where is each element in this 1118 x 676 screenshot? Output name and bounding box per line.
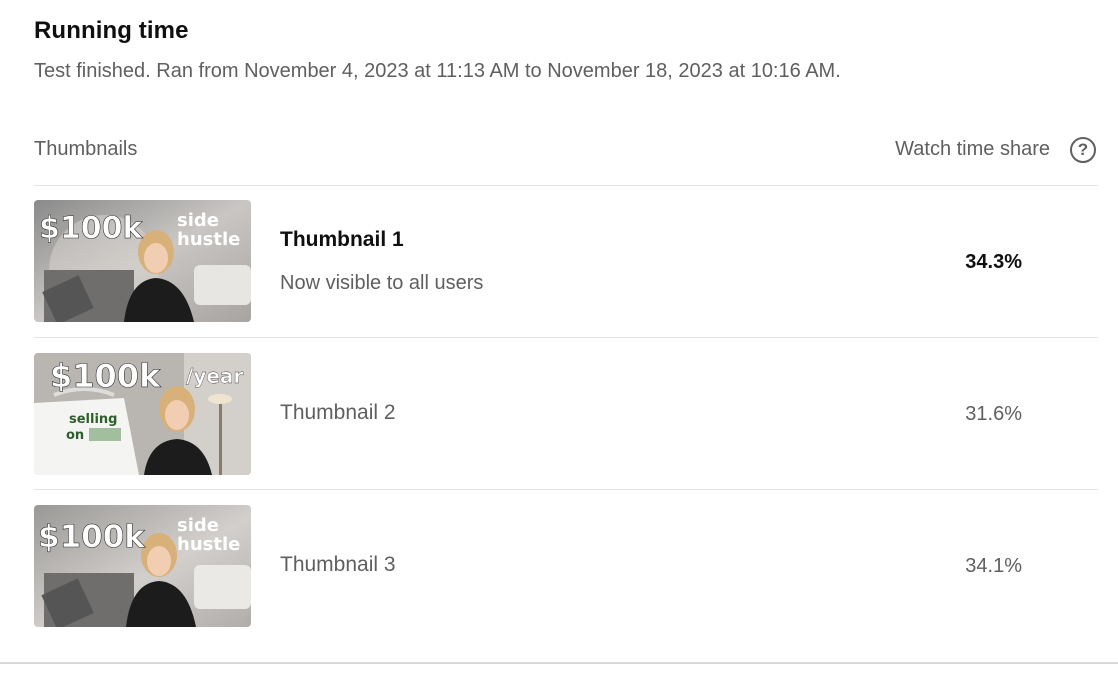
help-icon[interactable]: ?	[1070, 137, 1096, 163]
thumbnail-1-small-text-1: side	[177, 210, 219, 231]
thumbnail-2-big-text: $100k	[50, 357, 161, 395]
thumbnail-3-label: Thumbnail 3	[280, 553, 396, 576]
divider	[34, 489, 1098, 490]
thumbnail-1-label: Thumbnail 1	[280, 228, 404, 251]
column-header-watch-time-share: Watch time share	[895, 138, 1050, 160]
thumbnail-2-label: Thumbnail 2	[280, 401, 396, 424]
thumbnail-image-2[interactable]: $100k /year selling on	[34, 353, 251, 475]
thumbnail-1-small-text-2: hustle	[177, 229, 240, 250]
thumbnail-1-big-text: $100k	[39, 211, 143, 246]
thumbnail-row-2: $100k /year selling on Thumbnail 2 31.6%	[34, 353, 1098, 475]
thumbnail-1-share: 34.3%	[965, 251, 1022, 273]
thumbnail-1-status: Now visible to all users	[280, 272, 484, 294]
section-title: Running time	[34, 17, 189, 44]
thumbnail-row-3: $100k side hustle Thumbnail 3 34.1%	[34, 505, 1098, 627]
table-header: Thumbnails Watch time share ?	[34, 137, 1098, 166]
column-header-thumbnails: Thumbnails	[34, 138, 138, 160]
bottom-divider	[0, 662, 1118, 664]
thumbnail-3-share: 34.1%	[965, 555, 1022, 577]
thumbnail-2-shirt-text-2: on	[66, 428, 84, 443]
blurred-brand	[89, 428, 121, 441]
thumbnail-image-3[interactable]: $100k side hustle	[34, 505, 251, 627]
thumbnail-2-shirt-text-1: selling	[69, 412, 117, 427]
thumbnail-image-1[interactable]: $100k side hustle	[34, 200, 251, 322]
divider	[34, 337, 1098, 338]
thumbnail-3-big-text: $100k	[38, 519, 146, 555]
thumbnail-2-share: 31.6%	[965, 403, 1022, 425]
thumbnail-3-small-text-2: hustle	[177, 534, 240, 555]
test-duration-text: Test finished. Ran from November 4, 2023…	[34, 60, 841, 82]
divider	[34, 185, 1098, 186]
thumbnail-row-1: $100k side hustle Thumbnail 1 Now visibl…	[34, 200, 1098, 322]
thumbnail-2-small-text: /year	[186, 364, 243, 388]
thumbnail-3-small-text-1: side	[177, 515, 219, 536]
